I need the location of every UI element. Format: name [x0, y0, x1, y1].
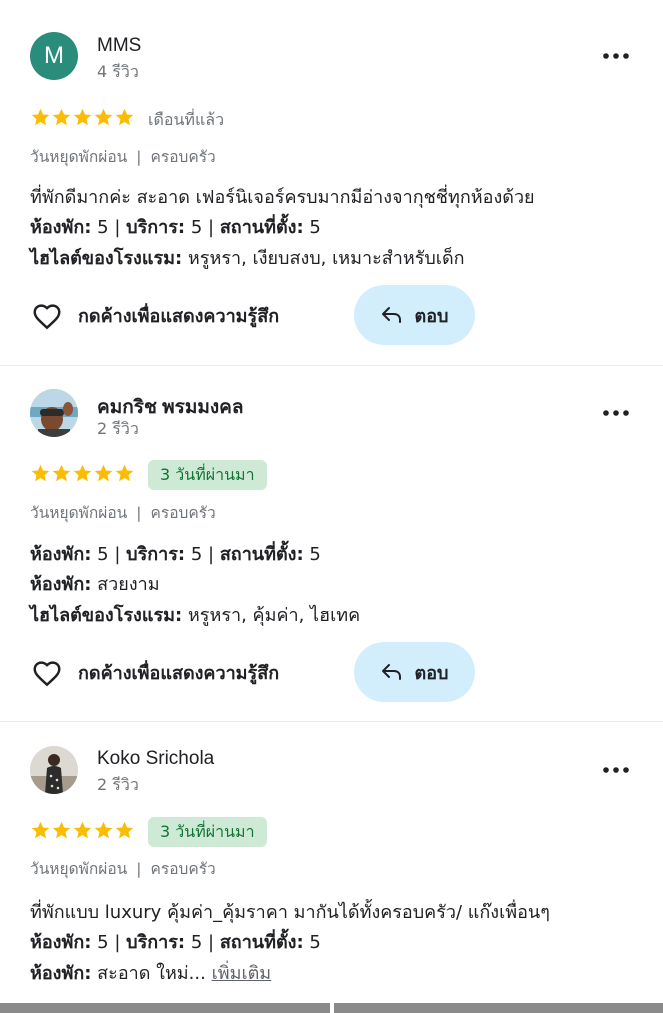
ratings-breakdown: ห้องพัก: 5 | บริการ: 5 | สถานที่ตั้ง: 5 [30, 544, 321, 565]
react-button[interactable]: กดค้างเพื่อแสดงความรู้สึก [30, 295, 279, 335]
room-note: ห้องพัก: สะอาด ใหม่... เพิ่มเติม [30, 963, 272, 984]
travel-group-tag: ครอบครัว [150, 504, 216, 522]
star-icon [94, 108, 113, 126]
heart-outline-icon [33, 661, 61, 687]
travel-group-tag: ครอบครัว [150, 860, 216, 878]
trip-tags: วันหยุดพักผ่อน | ครอบครัว [30, 504, 216, 522]
reply-button-label: ตอบ [414, 662, 449, 684]
avatar[interactable] [30, 746, 78, 794]
star-rating [30, 107, 135, 131]
react-button-label: กดค้างเพื่อแสดงความรู้สึก [78, 662, 280, 684]
star-icon [52, 821, 71, 839]
review-card: Koko Srichola 2 รีวิว 3 วันที่ผ่านมา วัน… [0, 722, 663, 1003]
heart-outline-icon [33, 304, 61, 330]
react-button-label: กดค้างเพื่อแสดงความรู้สึก [78, 305, 280, 327]
star-icon [115, 821, 134, 839]
trip-type-tag: วันหยุดพักผ่อน [30, 148, 128, 166]
trip-type-tag: วันหยุดพักผ่อน [30, 504, 128, 522]
avatar-photo [30, 389, 78, 437]
reply-arrow-icon [381, 307, 401, 323]
hotel-highlights: ไฮไลต์ของโรงแรม: หรูหรา, คุ้มค่า, ไฮเทค [30, 605, 361, 626]
travel-group-tag: ครอบครัว [150, 148, 216, 166]
hotel-highlights: ไฮไลต์ของโรงแรม: หรูหรา, เงียบสงบ, เหมาะ… [30, 248, 465, 269]
review-date: เดือนที่แล้ว [148, 110, 225, 129]
avatar[interactable] [30, 389, 78, 437]
reply-arrow-icon [381, 664, 401, 680]
more-vert-icon [603, 767, 629, 773]
more-options-button[interactable] [596, 42, 636, 70]
more-options-button[interactable] [596, 399, 636, 427]
star-icon [115, 464, 134, 482]
reviewer-name[interactable]: Koko Srichola [97, 748, 214, 770]
star-icon [31, 821, 50, 839]
star-icon [52, 108, 71, 126]
ratings-breakdown: ห้องพัก: 5 | บริการ: 5 | สถานที่ตั้ง: 5 [30, 217, 321, 238]
trip-tags: วันหยุดพักผ่อน | ครอบครัว [30, 860, 216, 878]
star-icon [94, 821, 113, 839]
more-options-button[interactable] [596, 756, 636, 784]
reviewer-name[interactable]: MMS [97, 35, 141, 57]
more-vert-icon [603, 53, 629, 59]
star-icon [52, 464, 71, 482]
star-icon [73, 108, 92, 126]
trip-tags: วันหยุดพักผ่อน | ครอบครัว [30, 148, 216, 166]
review-card: คมกริช พรมมงคล 2 รีวิว 3 วันที่ผ่านมา วั… [0, 366, 663, 721]
review-photo[interactable] [0, 1003, 330, 1013]
star-rating [30, 463, 135, 487]
reviewer-review-count: 2 รีวิว [97, 419, 139, 438]
avatar[interactable]: M [30, 32, 78, 80]
reply-button[interactable]: ตอบ [354, 285, 475, 345]
review-photo[interactable] [333, 1003, 663, 1013]
review-text: ที่พักแบบ luxury คุ้มค่า_คุ้มราคา มากันไ… [30, 902, 550, 923]
avatar-letter: M [44, 42, 64, 69]
star-icon [31, 464, 50, 482]
star-icon [94, 464, 113, 482]
review-date-badge: 3 วันที่ผ่านมา [148, 460, 267, 490]
star-icon [73, 821, 92, 839]
star-rating [30, 820, 135, 844]
reply-button-label: ตอบ [414, 305, 449, 327]
room-note: ห้องพัก: สวยงาม [30, 574, 160, 595]
star-icon [31, 108, 50, 126]
ratings-breakdown: ห้องพัก: 5 | บริการ: 5 | สถานที่ตั้ง: 5 [30, 932, 321, 953]
trip-type-tag: วันหยุดพักผ่อน [30, 860, 128, 878]
reply-button[interactable]: ตอบ [354, 642, 475, 702]
reviewer-review-count: 4 รีวิว [97, 62, 139, 81]
star-icon [73, 464, 92, 482]
reviewer-review-count: 2 รีวิว [97, 775, 139, 794]
review-date-badge: 3 วันที่ผ่านมา [148, 817, 267, 847]
read-more-link[interactable]: เพิ่มเติม [212, 963, 272, 984]
review-photos-strip[interactable] [0, 1003, 663, 1013]
more-vert-icon [603, 410, 629, 416]
review-text: ที่พักดีมากค่ะ สะอาด เฟอร์นิเจอร์ครบมากม… [30, 187, 535, 208]
review-card: M MMS 4 รีวิว เดือนที่แล้ว วันหยุดพักผ่อ… [0, 0, 663, 365]
react-button[interactable]: กดค้างเพื่อแสดงความรู้สึก [30, 652, 279, 692]
avatar-photo [30, 746, 78, 794]
star-icon [115, 108, 134, 126]
